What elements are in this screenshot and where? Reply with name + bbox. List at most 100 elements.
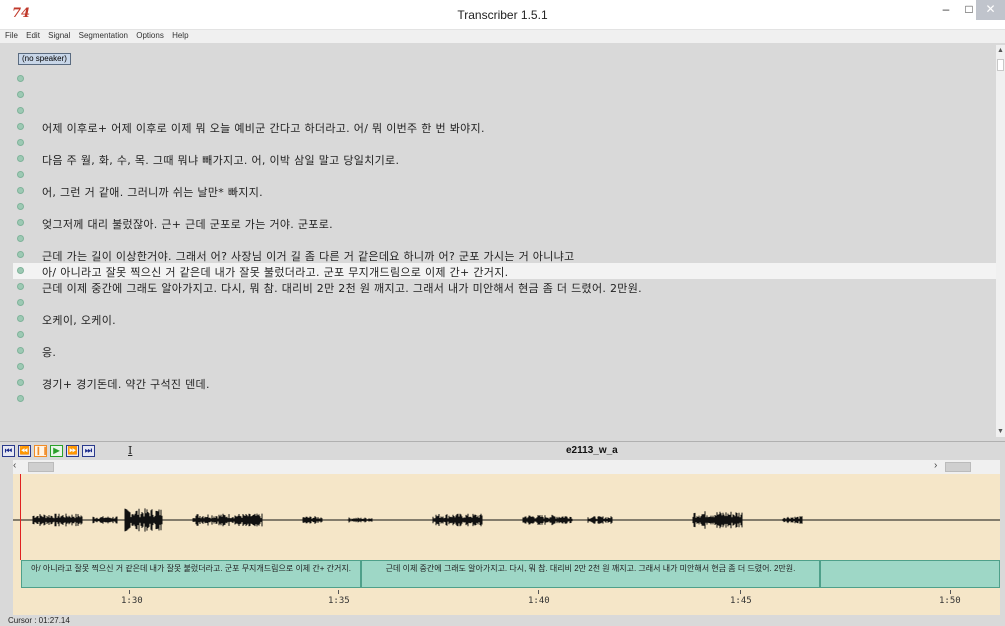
- tick-mark: [740, 590, 741, 594]
- sync-point-icon[interactable]: [17, 395, 24, 402]
- transcript-text[interactable]: 근데 이제 중간에 그래도 알아가지고. 다시, 뭐 참. 대리비 2만 2천 …: [42, 280, 642, 296]
- waveform-scroll-thumb[interactable]: [28, 462, 54, 472]
- waveform-view[interactable]: [13, 474, 1000, 560]
- sync-point-icon[interactable]: [17, 75, 24, 82]
- transcript-line[interactable]: 근데 이제 중간에 그래도 알아가지고. 다시, 뭐 참. 대리비 2만 2천 …: [13, 279, 996, 295]
- transcript-line[interactable]: [13, 295, 996, 311]
- sync-point-icon[interactable]: [17, 299, 24, 306]
- time-tick: 1:30: [121, 596, 143, 606]
- transcript-line[interactable]: [13, 87, 996, 103]
- sync-point-icon[interactable]: [17, 363, 24, 370]
- scrollbar-thumb[interactable]: [997, 59, 1004, 71]
- sync-point-icon[interactable]: [17, 107, 24, 114]
- sync-point-icon[interactable]: [17, 187, 24, 194]
- transcript-text[interactable]: 어제 이후로+ 어제 이후로 이제 뭐 오늘 예비군 간다고 하더라고. 어/ …: [42, 120, 485, 136]
- title-bar: 74 Transcriber 1.5.1 – □ ✕: [0, 0, 1005, 30]
- transcript-text[interactable]: 다음 주 월, 화, 수, 목. 그때 뭐냐 빼가지고. 어, 이박 삼일 말고…: [42, 152, 399, 168]
- sync-point-icon[interactable]: [17, 203, 24, 210]
- play-button[interactable]: ▶: [50, 445, 63, 457]
- tick-mark: [950, 590, 951, 594]
- go-to-start-button[interactable]: ⏮: [2, 445, 15, 457]
- segment-2[interactable]: 근데 이제 중간에 그래도 알아가지고. 다시, 뭐 참. 대리비 2만 2천 …: [361, 560, 820, 588]
- scroll-down-icon[interactable]: ▼: [996, 428, 1005, 435]
- tick-mark: [538, 590, 539, 594]
- scroll-right-icon[interactable]: ›: [934, 460, 937, 471]
- scroll-left-icon[interactable]: ‹: [13, 460, 16, 471]
- transcript-text[interactable]: 근데 가는 길이 이상한거야. 그래서 어? 사장님 이거 길 좀 다른 거 같…: [42, 248, 574, 264]
- transcript-line[interactable]: 오케이, 오케이.: [13, 311, 996, 327]
- sync-point-icon[interactable]: [17, 219, 24, 226]
- transcript-line[interactable]: 다음 주 월, 화, 수, 목. 그때 뭐냐 빼가지고. 어, 이박 삼일 말고…: [13, 151, 996, 167]
- sync-point-icon[interactable]: [17, 267, 24, 274]
- sync-point-icon[interactable]: [17, 155, 24, 162]
- tick-mark: [338, 590, 339, 594]
- menu-signal[interactable]: Signal: [48, 30, 70, 42]
- transcript-line[interactable]: [13, 231, 996, 247]
- menu-segmentation[interactable]: Segmentation: [79, 30, 128, 42]
- transcript-line[interactable]: 어제 이후로+ 어제 이후로 이제 뭐 오늘 예비군 간다고 하더라고. 어/ …: [13, 119, 996, 135]
- pause-button[interactable]: ❙❙: [34, 445, 48, 457]
- sync-point-icon[interactable]: [17, 379, 24, 386]
- menu-options[interactable]: Options: [136, 30, 164, 42]
- sync-point-icon[interactable]: [17, 171, 24, 178]
- speaker-button[interactable]: (no speaker): [18, 53, 71, 65]
- segment-3[interactable]: [820, 560, 1000, 588]
- transcript-text[interactable]: 응.: [42, 344, 56, 360]
- transcript-line[interactable]: [13, 103, 996, 119]
- transcript-line[interactable]: [13, 135, 996, 151]
- sync-point-icon[interactable]: [17, 139, 24, 146]
- transcript-line[interactable]: 경기+ 경기돈데. 약간 구석진 덴데.: [13, 375, 996, 391]
- transcript-editor[interactable]: (no speaker) 어제 이후로+ 어제 이후로 이제 뭐 오늘 예비군 …: [13, 45, 996, 437]
- waveform-scrollbar[interactable]: ‹ ›: [13, 460, 1000, 474]
- sync-point-icon[interactable]: [17, 123, 24, 130]
- transcript-line[interactable]: 엊그저께 대리 불렀잖아. 근+ 근데 군포로 가는 거야. 군포로.: [13, 215, 996, 231]
- transcript-text[interactable]: 어, 그런 거 같애. 그러니까 쉬는 날만* 빠지지.: [42, 184, 263, 200]
- menu-bar: File Edit Signal Segmentation Options He…: [0, 30, 1005, 43]
- sync-point-icon[interactable]: [17, 283, 24, 290]
- transcript-line[interactable]: [13, 71, 996, 87]
- transcript-text[interactable]: 아/ 아니라고 잘못 찍으신 거 같은데 내가 잘못 불렀더라고. 군포 무지개…: [42, 264, 508, 280]
- sync-point-icon[interactable]: [17, 251, 24, 258]
- transcript-line[interactable]: 근데 가는 길이 이상한거야. 그래서 어? 사장님 이거 길 좀 다른 거 같…: [13, 247, 996, 263]
- sync-point-icon[interactable]: [17, 315, 24, 322]
- transcript-text[interactable]: 경기+ 경기돈데. 약간 구석진 덴데.: [42, 376, 210, 392]
- time-tick: 1:40: [528, 596, 550, 606]
- transcript-text[interactable]: 엊그저께 대리 불렀잖아. 근+ 근데 군포로 가는 거야. 군포로.: [42, 216, 333, 232]
- zoom-scroll-thumb[interactable]: [945, 462, 971, 472]
- cursor-tool-icon[interactable]: I: [128, 444, 132, 457]
- audio-filename: e2113_w_a: [566, 445, 618, 456]
- transcript-line[interactable]: [13, 167, 996, 183]
- transcript-line[interactable]: [13, 327, 996, 343]
- segment-track: 아/ 아니라고 잘못 찍으신 거 같은데 내가 잘못 불렀더라고. 군포 무지개…: [13, 560, 1000, 590]
- segment-1[interactable]: 아/ 아니라고 잘못 찍으신 거 같은데 내가 잘못 불렀더라고. 군포 무지개…: [21, 560, 361, 588]
- transcript-line[interactable]: [13, 359, 996, 375]
- sync-point-icon[interactable]: [17, 91, 24, 98]
- transcript-line[interactable]: [13, 391, 996, 407]
- rewind-button[interactable]: ⏪: [18, 445, 31, 457]
- transcript-text[interactable]: 오케이, 오케이.: [42, 312, 116, 328]
- sync-point-icon[interactable]: [17, 347, 24, 354]
- tick-mark: [129, 590, 130, 594]
- sync-point-icon[interactable]: [17, 235, 24, 242]
- time-tick: 1:50: [939, 596, 961, 606]
- time-tick: 1:35: [328, 596, 350, 606]
- go-to-end-button[interactable]: ⏭: [82, 445, 95, 457]
- fast-forward-button[interactable]: ⏩: [66, 445, 79, 457]
- menu-file[interactable]: File: [5, 30, 18, 42]
- close-button[interactable]: ✕: [976, 0, 1005, 20]
- waveform-signal: [13, 508, 1000, 532]
- transcript-scrollbar[interactable]: ▲ ▼: [996, 45, 1005, 437]
- transcript-line[interactable]: [13, 199, 996, 215]
- transport-bar: ⏮ ⏪ ❙❙ ▶ ⏩ ⏭ I e2113_w_a: [0, 441, 1005, 459]
- transcript-line[interactable]: 아/ 아니라고 잘못 찍으신 거 같은데 내가 잘못 불렀더라고. 군포 무지개…: [13, 263, 996, 279]
- status-bar: Cursor : 01:27.14: [0, 615, 1005, 626]
- menu-edit[interactable]: Edit: [26, 30, 40, 42]
- scroll-up-icon[interactable]: ▲: [996, 47, 1005, 54]
- window-title: Transcriber 1.5.1: [457, 8, 548, 22]
- sync-point-icon[interactable]: [17, 331, 24, 338]
- transcript-line[interactable]: 어, 그런 거 같애. 그러니까 쉬는 날만* 빠지지.: [13, 183, 996, 199]
- time-axis: 1:30 1:35 1:40 1:45 1:50: [13, 590, 1000, 615]
- menu-help[interactable]: Help: [172, 30, 188, 42]
- transcript-line[interactable]: 응.: [13, 343, 996, 359]
- playback-cursor[interactable]: [20, 474, 21, 560]
